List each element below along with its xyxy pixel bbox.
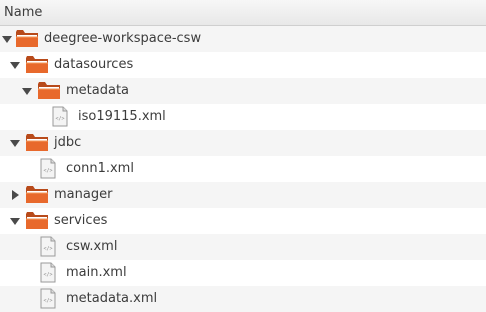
tree-row-services[interactable]: services bbox=[0, 208, 486, 234]
tree-row-conn-file[interactable]: </> conn1.xml bbox=[0, 156, 486, 182]
column-header[interactable]: Name bbox=[0, 0, 486, 26]
folder-icon bbox=[26, 56, 48, 73]
tree-item-label: jdbc bbox=[54, 135, 82, 150]
tree-row-metadata-file[interactable]: </> metadata.xml bbox=[0, 286, 486, 312]
expander-arrow-icon[interactable] bbox=[20, 78, 34, 104]
tree-row-jdbc[interactable]: jdbc bbox=[0, 130, 486, 156]
tree-item-label: metadata bbox=[66, 83, 130, 98]
tree-row-datasources[interactable]: datasources bbox=[0, 52, 486, 78]
folder-icon bbox=[26, 134, 48, 151]
folder-icon bbox=[26, 212, 48, 229]
tree-item-label: csw.xml bbox=[66, 239, 118, 254]
svg-text:</>: </> bbox=[43, 168, 52, 174]
file-tree: Name deegree-workspace-csw datasources m… bbox=[0, 0, 486, 312]
expander-arrow-icon[interactable] bbox=[8, 208, 22, 234]
expander-arrow-icon[interactable] bbox=[8, 52, 22, 78]
tree-item-label: main.xml bbox=[66, 265, 127, 280]
expander-arrow-icon[interactable] bbox=[8, 182, 22, 208]
expander-arrow-icon[interactable] bbox=[0, 26, 14, 52]
tree-row-manager[interactable]: manager bbox=[0, 182, 486, 208]
tree-item-label: datasources bbox=[54, 57, 134, 72]
tree-row-root[interactable]: deegree-workspace-csw bbox=[0, 26, 486, 52]
svg-text:</>: </> bbox=[43, 246, 52, 252]
folder-icon bbox=[38, 82, 60, 99]
tree-row-metadata-folder[interactable]: metadata bbox=[0, 78, 486, 104]
folder-icon bbox=[26, 186, 48, 203]
svg-text:</>: </> bbox=[43, 272, 52, 278]
svg-text:</>: </> bbox=[55, 116, 64, 122]
xml-file-icon: </> bbox=[40, 158, 56, 179]
tree-row-main-file[interactable]: </> main.xml bbox=[0, 260, 486, 286]
tree-item-label: deegree-workspace-csw bbox=[44, 31, 202, 46]
xml-file-icon: </> bbox=[40, 262, 56, 283]
name-column-header[interactable]: Name bbox=[4, 5, 42, 20]
tree-item-label: manager bbox=[54, 187, 113, 202]
svg-text:</>: </> bbox=[43, 298, 52, 304]
expander-arrow-icon[interactable] bbox=[8, 130, 22, 156]
xml-file-icon: </> bbox=[52, 106, 68, 127]
tree-row-csw-file[interactable]: </> csw.xml bbox=[0, 234, 486, 260]
tree-item-label: services bbox=[54, 213, 108, 228]
tree-rows: deegree-workspace-csw datasources metada… bbox=[0, 26, 486, 312]
xml-file-icon: </> bbox=[40, 236, 56, 257]
tree-item-label: conn1.xml bbox=[66, 161, 134, 176]
tree-row-iso-file[interactable]: </> iso19115.xml bbox=[0, 104, 486, 130]
tree-item-label: metadata.xml bbox=[66, 291, 158, 306]
xml-file-icon: </> bbox=[40, 288, 56, 309]
tree-item-label: iso19115.xml bbox=[78, 109, 166, 124]
folder-icon bbox=[16, 30, 38, 47]
